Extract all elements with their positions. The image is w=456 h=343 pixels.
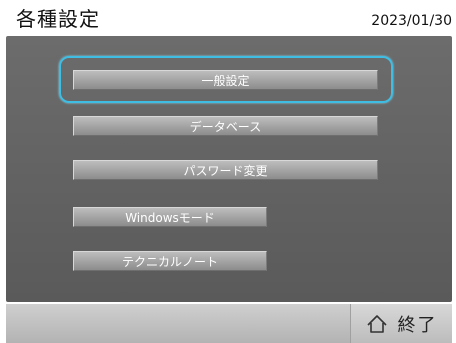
windows-mode-button[interactable]: Windowsモード — [73, 207, 267, 227]
general-settings-button[interactable]: 一般設定 — [73, 70, 378, 90]
settings-screen: 各種設定 2023/01/30 一般設定 データベース パスワード変更 Wind… — [0, 0, 456, 343]
exit-button[interactable]: 終了 — [350, 304, 452, 343]
database-button[interactable]: データベース — [73, 116, 378, 136]
technical-note-button[interactable]: テクニカルノート — [73, 251, 267, 271]
exit-label: 終了 — [397, 314, 438, 336]
change-password-button[interactable]: パスワード変更 — [73, 160, 378, 180]
date-display: 2023/01/30 — [371, 13, 452, 29]
footer-bar: 終了 — [6, 304, 452, 343]
home-icon — [366, 314, 387, 333]
header-bar: 各種設定 2023/01/30 — [0, 0, 456, 36]
page-title: 各種設定 — [16, 7, 100, 31]
